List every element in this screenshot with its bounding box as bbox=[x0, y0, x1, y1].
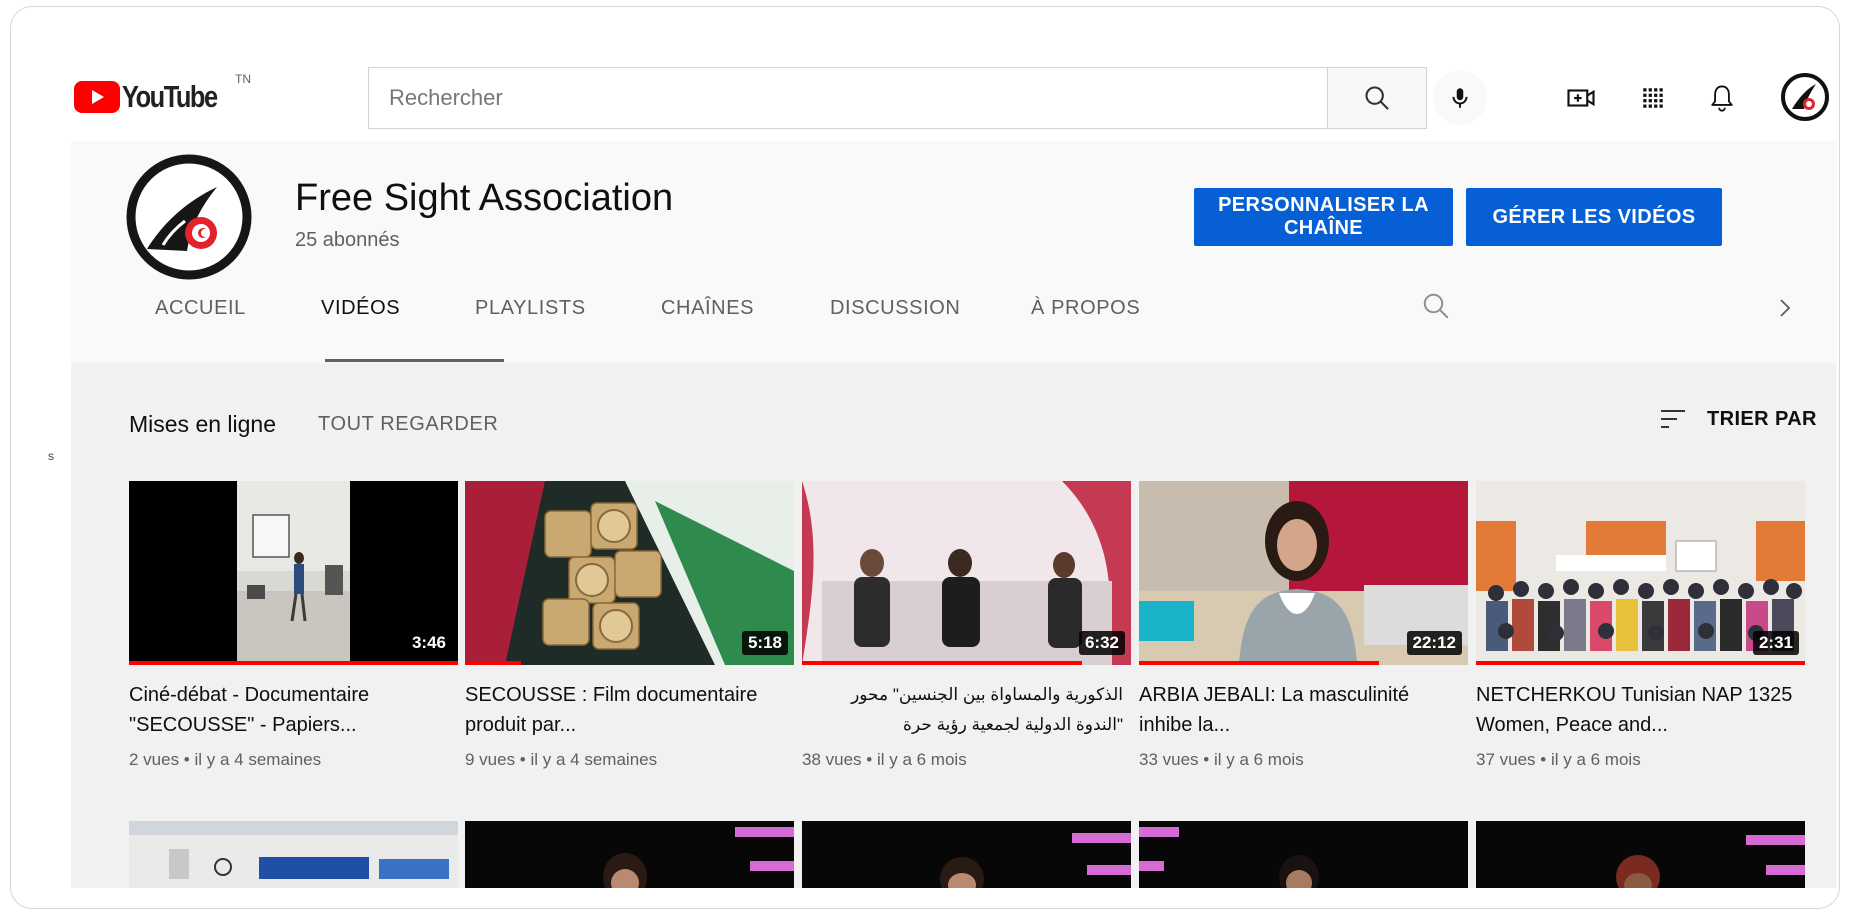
browser-frame: YouTube TN Rechercher Free Sight Associa… bbox=[10, 6, 1840, 909]
voice-search-button[interactable] bbox=[1433, 71, 1487, 125]
mic-icon bbox=[1452, 88, 1468, 108]
logo-text: YouTube bbox=[122, 79, 218, 114]
subscriber-count: 25 abonnés bbox=[295, 229, 400, 251]
watch-progress bbox=[802, 661, 1082, 665]
notifications-button[interactable] bbox=[1702, 78, 1742, 118]
sort-icon bbox=[1661, 410, 1685, 428]
video-meta: 38 vues • il y a 6 mois bbox=[802, 750, 967, 769]
bell-icon bbox=[1711, 85, 1733, 112]
video-card[interactable]: 5:18 SECOUSSE : Film documentaire produi… bbox=[465, 481, 794, 770]
channel-search-icon[interactable] bbox=[1421, 291, 1451, 321]
video-meta: 9 vues • il y a 4 semaines bbox=[465, 750, 658, 769]
thumbnail-image bbox=[465, 821, 794, 888]
video-thumbnail-partial[interactable] bbox=[802, 821, 1131, 888]
create-button[interactable] bbox=[1561, 78, 1601, 118]
watch-progress bbox=[465, 661, 521, 665]
video-card[interactable]: 22:12 ARBIA JEBALI: La masculinité inhib… bbox=[1139, 481, 1468, 770]
apps-button[interactable] bbox=[1633, 78, 1673, 118]
video-duration: 2:31 bbox=[1752, 631, 1799, 655]
video-thumbnail-partial[interactable] bbox=[129, 821, 458, 888]
thumbnail-image bbox=[1139, 821, 1468, 888]
channel-avatar[interactable] bbox=[125, 153, 253, 281]
video-duration: 22:12 bbox=[1406, 631, 1462, 655]
video-thumbnail-partial[interactable] bbox=[1139, 821, 1468, 888]
watch-progress bbox=[1476, 661, 1805, 665]
sort-button[interactable]: TRIER PAR bbox=[1659, 407, 1817, 431]
tab-about[interactable]: À PROPOS bbox=[1031, 297, 1140, 320]
videos-section: Mises en ligne TOUT REGARDER TRIER PAR 3… bbox=[71, 363, 1836, 888]
thumbnail-image bbox=[1476, 821, 1805, 888]
video-thumbnail[interactable]: 2:31 bbox=[1476, 481, 1805, 665]
tab-playlists[interactable]: PLAYLISTS bbox=[475, 297, 586, 320]
customize-channel-button[interactable]: PERSONNALISER LA CHAÎNE bbox=[1194, 188, 1453, 246]
search-input[interactable] bbox=[368, 67, 1327, 129]
search-icon bbox=[1365, 86, 1389, 110]
video-title[interactable]: الذكورية والمساواة بين الجنسين" محور "ال… bbox=[802, 680, 1131, 740]
channel-tabs: ACCUEIL VIDÉOS PLAYLISTS CHAÎNES DISCUSS… bbox=[71, 263, 1836, 363]
channel-header: Free Sight Association 25 abonnés PERSON… bbox=[71, 141, 1836, 363]
video-thumbnail[interactable]: ​ 6:32 bbox=[802, 481, 1131, 665]
video-thumbnail-partial[interactable] bbox=[1476, 821, 1805, 888]
video-duration: 3:46 bbox=[405, 631, 452, 655]
video-meta: 33 vues • il y a 6 mois bbox=[1139, 750, 1304, 769]
create-video-icon bbox=[1567, 89, 1595, 107]
video-card[interactable]: 3:46 Ciné-débat - Documentaire "SECOUSSE… bbox=[129, 481, 458, 770]
video-title[interactable]: SECOUSSE : Film documentaire produit par… bbox=[465, 680, 794, 740]
video-duration: 6:32 bbox=[1078, 631, 1125, 655]
youtube-logo[interactable]: YouTube TN bbox=[74, 72, 251, 114]
tab-videos[interactable]: VIDÉOS bbox=[321, 297, 400, 320]
video-thumbnail[interactable]: 22:12 bbox=[1139, 481, 1468, 665]
sort-label: TRIER PAR bbox=[1707, 407, 1817, 430]
thumbnail-image bbox=[802, 821, 1131, 888]
stray-character: s bbox=[48, 449, 54, 463]
country-code: TN bbox=[235, 72, 251, 86]
uploads-title: Mises en ligne bbox=[129, 411, 277, 437]
tab-channels[interactable]: CHAÎNES bbox=[661, 297, 754, 320]
tab-home[interactable]: ACCUEIL bbox=[155, 297, 246, 320]
thumbnail-image bbox=[129, 821, 458, 888]
search-bar bbox=[368, 67, 1427, 129]
top-header: YouTube TN bbox=[61, 51, 1836, 141]
video-thumbnail[interactable]: 3:46 bbox=[129, 481, 458, 665]
watch-progress bbox=[129, 661, 458, 665]
active-tab-indicator bbox=[325, 359, 504, 362]
video-title[interactable]: ARBIA JEBALI: La masculinité inhibe la..… bbox=[1139, 680, 1468, 740]
video-thumbnail-partial[interactable] bbox=[465, 821, 794, 888]
apps-grid-icon bbox=[1643, 88, 1663, 108]
video-card[interactable]: ​ 6:32 الذكورية والمساواة بين الجنسين" م… bbox=[802, 481, 1131, 770]
video-title[interactable]: NETCHERKOU Tunisian NAP 1325 Women, Peac… bbox=[1476, 680, 1805, 740]
search-button[interactable] bbox=[1327, 67, 1427, 129]
account-avatar[interactable] bbox=[1779, 71, 1831, 123]
channel-name: Free Sight Association bbox=[295, 177, 674, 219]
chevron-right-icon[interactable] bbox=[1774, 295, 1796, 321]
play-all-link[interactable]: TOUT REGARDER bbox=[318, 413, 498, 436]
youtube-play-icon bbox=[74, 81, 120, 113]
tab-discussion[interactable]: DISCUSSION bbox=[830, 297, 960, 320]
video-title[interactable]: Ciné-débat - Documentaire "SECOUSSE" - P… bbox=[129, 680, 458, 740]
video-meta: 37 vues • il y a 6 mois bbox=[1476, 750, 1641, 769]
video-card[interactable]: 2:31 NETCHERKOU Tunisian NAP 1325 Women,… bbox=[1476, 481, 1805, 770]
manage-videos-button[interactable]: GÉRER LES VIDÉOS bbox=[1466, 188, 1722, 246]
video-meta: 2 vues • il y a 4 semaines bbox=[129, 750, 322, 769]
video-thumbnail[interactable]: 5:18 bbox=[465, 481, 794, 665]
watch-progress bbox=[1139, 661, 1380, 665]
video-duration: 5:18 bbox=[741, 631, 788, 655]
